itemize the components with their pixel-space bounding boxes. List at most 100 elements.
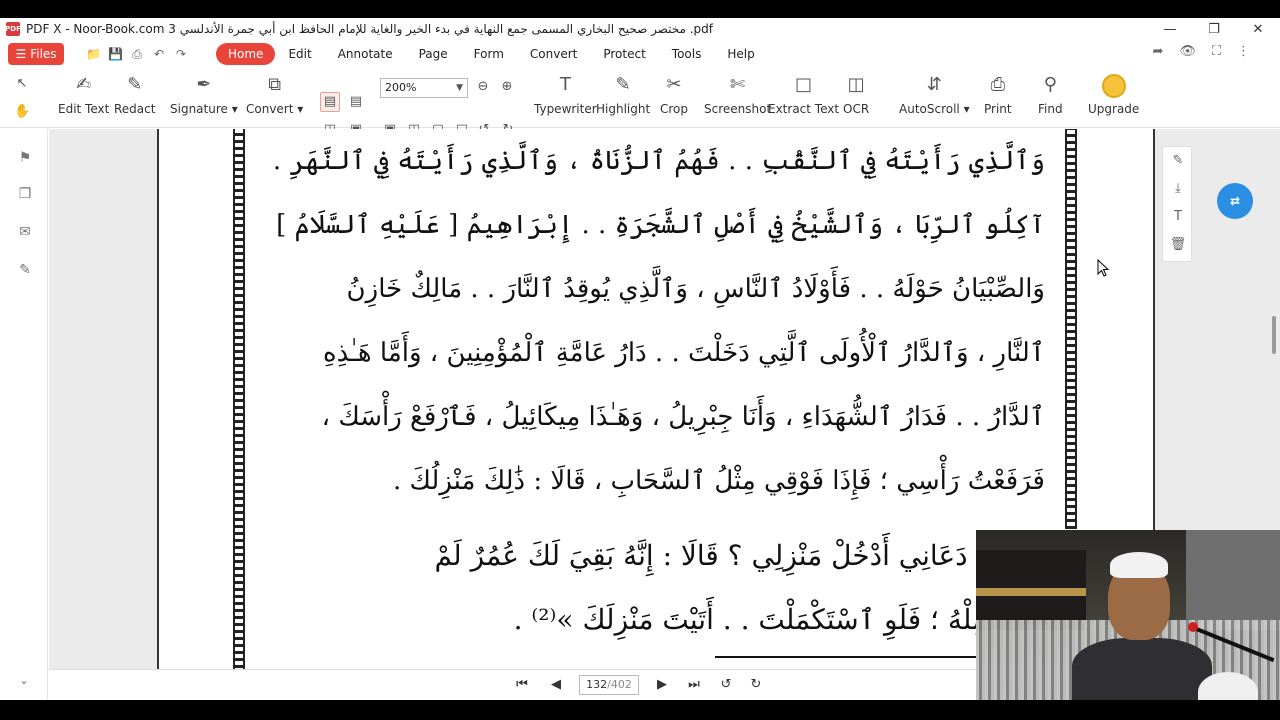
signatures-panel-icon[interactable]: ✎ — [16, 261, 34, 279]
webcam-kaaba — [976, 550, 1086, 630]
single-page-icon: ▤ — [323, 94, 337, 109]
left-sidebar: ⚑ ❐ ✉ ✎ — [0, 129, 48, 700]
files-button[interactable]: ☰ Files — [8, 43, 64, 65]
extract-text-icon: □ — [795, 74, 813, 95]
menu-edit[interactable]: Edit — [275, 43, 324, 65]
find-tool[interactable]: ⚲ Find — [1038, 74, 1063, 116]
redact-tool[interactable]: ✎ Redact — [114, 74, 155, 116]
trash-icon[interactable]: 🗑 — [1163, 231, 1193, 259]
signature-tool[interactable]: ✒ Signature ▾ — [170, 74, 238, 116]
previous-view-icon[interactable]: ↺ — [717, 676, 735, 694]
typewriter-icon: T — [559, 74, 571, 95]
page-text-block-2: قُلْتُ : دَعَانِي أَدْخُلْ مَنْزِلِي ؟ ق… — [275, 524, 1045, 652]
files-label: Files — [30, 47, 57, 61]
webcam-overlay — [976, 530, 1280, 700]
text-line: ٱلدَّارُ . . فَدَارُ ٱلشُّهَدَاءِ ، وَأَ… — [321, 402, 1045, 432]
home-toolbar: ↖ ✋ ✍ Edit Text ✎ Redact ✒ Signature ▾ ⧉… — [0, 68, 1280, 137]
print-tool[interactable]: ⎙ Print — [984, 74, 1012, 116]
window-title: PDF X - Noor-Book.com مختصر صحيح البخاري… — [26, 22, 713, 36]
download-icon[interactable]: ⤓ — [1163, 175, 1193, 203]
presenter-cap — [1110, 552, 1168, 578]
convert-tool[interactable]: ⧉ Convert ▾ — [246, 74, 303, 116]
current-page: 132 — [586, 678, 608, 691]
page-border-right — [1065, 129, 1077, 529]
typewriter-tool[interactable]: T Typewriter — [534, 74, 597, 116]
presenter-body — [1072, 638, 1212, 700]
hand-icon[interactable]: ✋ — [14, 104, 30, 120]
menu-annotate[interactable]: Annotate — [325, 43, 406, 65]
autoscroll-tool[interactable]: ⇵ AutoScroll ▾ — [899, 74, 970, 116]
vertical-scrollbar-thumb[interactable] — [1272, 316, 1276, 354]
menu-right-icons: ➦ 👁 ⛶ ⋮ — [1152, 44, 1250, 59]
text-line: وَالصِّبْيَانُ حَوْلَهُ . . فَأَوْلَادُ … — [346, 274, 1045, 304]
thumbnails-icon[interactable]: ❐ — [16, 185, 34, 203]
menu-home[interactable]: Home — [216, 43, 276, 65]
highlight-icon: ✎ — [615, 74, 631, 95]
translate-icon[interactable]: ⇄ — [1217, 183, 1253, 219]
window-controls: — ❐ ✕ — [1148, 18, 1280, 40]
highlight-tool[interactable]: ✎ Highlight — [596, 74, 650, 116]
upgrade-coin-icon — [1101, 74, 1126, 98]
app-logo-icon: PDF — [5, 22, 21, 36]
menu-help[interactable]: Help — [714, 43, 767, 65]
more-icon[interactable]: ⋮ — [1237, 44, 1250, 59]
select-cursor-icon[interactable]: ↖ — [14, 76, 30, 92]
ocr-icon: ◫ — [847, 74, 865, 95]
first-page-icon[interactable]: ⏮ — [513, 676, 531, 694]
zoom-in-icon[interactable]: ⊕ — [499, 79, 515, 95]
app-window: PDF PDF X - Noor-Book.com مختصر صحيح الب… — [0, 18, 1280, 700]
edit-text-icon: ✍ — [76, 74, 92, 95]
chevron-down-icon: ▼ — [456, 83, 463, 93]
print-small-icon[interactable]: ⎙ — [130, 47, 144, 61]
upgrade-tool[interactable]: Upgrade — [1088, 74, 1139, 116]
open-folder-icon[interactable]: 📁 — [86, 47, 101, 61]
ocr-tool[interactable]: ◫ OCR — [843, 74, 869, 116]
zoom-value: 200% — [385, 81, 417, 94]
text-line: تَسْتَكْمِلْهُ ؛ فَلَوِ ٱسْتَكْمَلْتَ . … — [513, 603, 1045, 636]
continuous-page-icon[interactable]: ▤ — [348, 94, 364, 110]
menu-page[interactable]: Page — [406, 43, 461, 65]
menu-form[interactable]: Form — [461, 43, 517, 65]
undo-icon[interactable]: ↶ — [152, 47, 166, 61]
screenshot-icon: ✄ — [730, 74, 746, 95]
top-letterbox — [0, 0, 1280, 18]
quick-access: 📁 💾 ⎙ ↶ ↷ — [86, 47, 188, 61]
fullscreen-icon[interactable]: ⛶ — [1212, 44, 1221, 59]
zoom-out-icon[interactable]: ⊖ — [475, 79, 491, 95]
page-text-block: وَٱلَّذِي رَأَيْتَهُ فِي ٱلنَّقْبِ . . ف… — [275, 129, 1045, 513]
page-number-field[interactable]: 132/402 — [579, 675, 639, 695]
read-mode-icon[interactable]: 👁 — [1179, 44, 1196, 59]
menu-convert[interactable]: Convert — [517, 43, 590, 65]
extract-text-tool[interactable]: □ Extract Text — [768, 74, 839, 116]
text-line: آكِلُو ٱلرِّبَا ، وَٱلشَّيْخُ فِي أَصْلِ… — [275, 210, 1045, 240]
floating-tool-column: ✎ ⤓ T 🗑 — [1162, 146, 1192, 262]
minimize-icon[interactable]: — — [1148, 18, 1192, 40]
menu-items: Home Edit Annotate Page Form Convert Pro… — [216, 43, 768, 65]
screenshot-tool[interactable]: ✄ Screenshot — [704, 74, 771, 116]
crop-tool[interactable]: ✂ Crop — [660, 74, 688, 116]
last-page-icon[interactable]: ⏭ — [685, 676, 703, 694]
save-icon[interactable]: 💾 — [108, 47, 123, 61]
close-icon[interactable]: ✕ — [1236, 18, 1280, 40]
print-icon: ⎙ — [990, 74, 1005, 95]
chevron-down-icon[interactable]: ⌄ — [16, 674, 32, 690]
page-border-left — [233, 129, 245, 669]
zoom-select[interactable]: 200% ▼ — [380, 78, 468, 98]
edit-text-tool[interactable]: ✍ Edit Text — [58, 74, 109, 116]
previous-page-icon[interactable]: ◀ — [547, 676, 565, 694]
title-bar: PDF PDF X - Noor-Book.com مختصر صحيح الب… — [0, 18, 1280, 40]
menu-tools[interactable]: Tools — [659, 43, 715, 65]
redo-icon[interactable]: ↷ — [174, 47, 188, 61]
webcam-background — [1186, 530, 1280, 630]
share-icon[interactable]: ➦ — [1152, 44, 1163, 59]
next-page-icon[interactable]: ▶ — [653, 676, 671, 694]
bookmark-icon[interactable]: ⚑ — [16, 149, 34, 167]
next-view-icon[interactable]: ↻ — [747, 676, 765, 694]
menu-protect[interactable]: Protect — [590, 43, 658, 65]
pencil-icon[interactable]: ✎ — [1163, 147, 1193, 175]
restore-icon[interactable]: ❐ — [1192, 18, 1236, 40]
total-pages: /402 — [607, 678, 632, 691]
comments-icon[interactable]: ✉ — [16, 223, 34, 241]
text-icon[interactable]: T — [1163, 203, 1193, 231]
microphone-icon — [1188, 622, 1198, 632]
